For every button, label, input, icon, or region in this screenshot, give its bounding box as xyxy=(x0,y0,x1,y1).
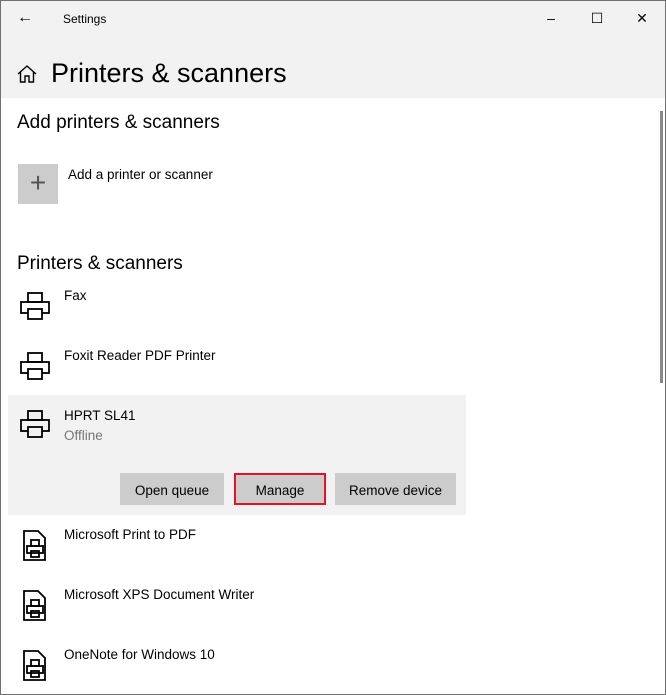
device-name: Foxit Reader PDF Printer xyxy=(64,348,216,363)
device-name: Microsoft Print to PDF xyxy=(64,527,197,542)
document-printer-icon xyxy=(23,530,46,561)
device-name: HPRT SL41 xyxy=(64,408,136,423)
device-name: Fax xyxy=(64,288,87,303)
scrollbar-thumb[interactable] xyxy=(660,111,663,383)
add-printer-label[interactable]: Add a printer or scanner xyxy=(68,167,213,182)
printer-icon xyxy=(20,292,50,320)
device-item-onenote[interactable]: OneNote for Windows 10 xyxy=(8,640,466,694)
plus-icon: + xyxy=(29,167,47,198)
device-item-foxit[interactable]: Foxit Reader PDF Printer xyxy=(8,341,466,401)
printer-icon xyxy=(20,352,50,380)
minimize-button[interactable]: – xyxy=(528,1,574,35)
add-printer-button[interactable]: + xyxy=(18,164,58,204)
list-section-heading: Printers & scanners xyxy=(17,253,183,274)
device-name: OneNote for Windows 10 xyxy=(64,647,215,662)
device-item-hprt[interactable]: HPRT SL41 Offline Open queue Manage Remo… xyxy=(8,395,466,515)
document-printer-icon xyxy=(23,590,46,621)
home-icon[interactable] xyxy=(16,63,38,85)
device-item-xps[interactable]: Microsoft XPS Document Writer xyxy=(8,580,466,640)
close-button[interactable]: ✕ xyxy=(619,1,665,35)
page-title: Printers & scanners xyxy=(51,58,287,88)
back-button[interactable]: ← xyxy=(13,6,37,30)
remove-device-button[interactable]: Remove device xyxy=(335,473,456,505)
device-item-ms-pdf[interactable]: Microsoft Print to PDF xyxy=(8,520,466,580)
add-section-heading: Add printers & scanners xyxy=(17,112,220,133)
header-area: ← Settings – ☐ ✕ Printers & scanners xyxy=(1,1,665,98)
printer-icon xyxy=(20,410,50,438)
app-title: Settings xyxy=(63,12,107,26)
manage-button[interactable]: Manage xyxy=(234,473,326,505)
maximize-button[interactable]: ☐ xyxy=(574,1,620,35)
device-name: Microsoft XPS Document Writer xyxy=(64,587,255,602)
device-item-fax[interactable]: Fax xyxy=(8,281,466,341)
open-queue-button[interactable]: Open queue xyxy=(120,473,224,505)
settings-window: ← Settings – ☐ ✕ Printers & scanners Add… xyxy=(0,0,666,695)
device-status: Offline xyxy=(64,428,103,443)
document-printer-icon xyxy=(23,650,46,681)
